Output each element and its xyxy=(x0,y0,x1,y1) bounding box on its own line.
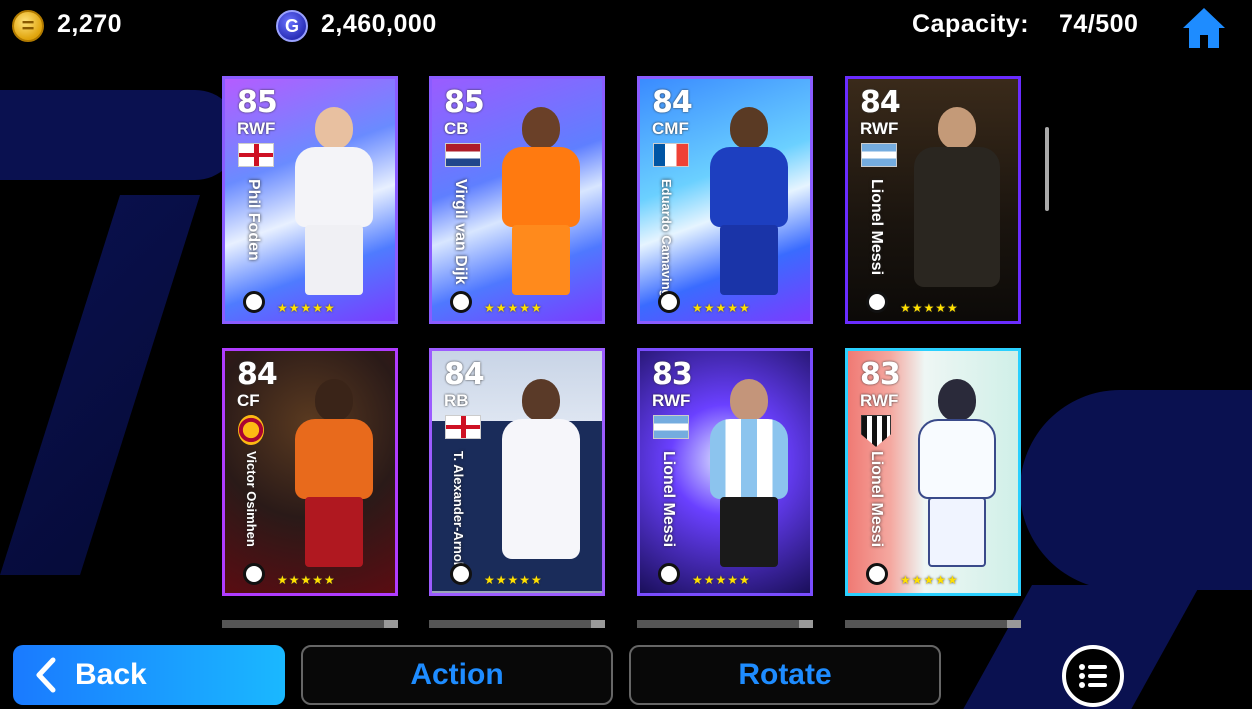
efootball-logo-icon xyxy=(866,563,888,585)
player-image xyxy=(494,107,590,297)
rotate-label: Rotate xyxy=(738,658,832,691)
player-image xyxy=(287,107,383,297)
player-card[interactable]: 83 RWF Lionel Messi ★★★★★ xyxy=(637,348,813,596)
galatasaray-crest-icon xyxy=(238,415,264,445)
card-player-name: Victor Osimhen xyxy=(244,451,259,547)
card-position: RWF xyxy=(860,119,899,138)
player-card[interactable]: 84 CF Victor Osimhen ★★★★★ xyxy=(222,348,398,596)
action-label: Action xyxy=(410,658,504,691)
england-flag-icon xyxy=(238,143,274,167)
bg-swoosh xyxy=(0,90,240,180)
bg-swoosh xyxy=(1020,390,1252,590)
card-row-peek xyxy=(845,620,1021,628)
efootball-logo-icon xyxy=(866,291,888,313)
back-button[interactable]: Back xyxy=(13,645,285,705)
bg-swoosh xyxy=(0,195,200,575)
action-button[interactable]: Action xyxy=(301,645,613,705)
player-image xyxy=(910,379,1006,569)
coin-icon xyxy=(12,10,44,42)
card-player-name: Phil Foden xyxy=(245,179,262,261)
card-player-name: Lionel Messi xyxy=(868,451,885,548)
gp-icon: G xyxy=(276,10,308,42)
player-image xyxy=(494,379,590,569)
card-rating: 83 xyxy=(860,357,901,392)
card-position: RWF xyxy=(237,119,276,138)
player-image xyxy=(287,379,383,569)
capacity-value: 74/500 xyxy=(1059,10,1139,38)
france-flag-icon xyxy=(653,143,689,167)
card-position: RB xyxy=(444,391,469,410)
player-card[interactable]: 84 RWF Lionel Messi ★★★★★ xyxy=(845,76,1021,324)
card-stars: ★★★★★ xyxy=(900,301,959,315)
card-position: CF xyxy=(237,391,260,410)
player-image xyxy=(702,107,798,297)
rotate-button[interactable]: Rotate xyxy=(629,645,941,705)
card-player-name: Lionel Messi xyxy=(868,179,885,276)
netherlands-flag-icon xyxy=(445,143,481,167)
card-row-peek xyxy=(429,620,605,628)
argentina-flag-icon xyxy=(653,415,689,439)
chevron-left-icon xyxy=(36,657,56,693)
card-stars: ★★★★★ xyxy=(277,301,336,315)
efootball-logo-icon xyxy=(450,291,472,313)
player-card[interactable]: 84 CMF Eduardo Camavinga ★★★★★ xyxy=(637,76,813,324)
efootball-logo-icon xyxy=(658,291,680,313)
card-player-name: Lionel Messi xyxy=(660,451,677,548)
card-stars: ★★★★★ xyxy=(277,573,336,587)
england-flag-icon xyxy=(445,415,481,439)
home-button[interactable] xyxy=(1180,6,1228,50)
card-rating: 84 xyxy=(860,85,901,120)
menu-button[interactable] xyxy=(1062,645,1124,707)
card-rating: 83 xyxy=(652,357,693,392)
card-position: RWF xyxy=(860,391,899,410)
coin-balance: 2,270 xyxy=(57,10,123,38)
card-stars: ★★★★★ xyxy=(900,573,959,587)
top-bar: 2,270 G 2,460,000 Capacity: 74/500 xyxy=(0,0,1252,52)
efootball-logo-icon xyxy=(243,291,265,313)
home-icon xyxy=(1183,8,1225,48)
back-label: Back xyxy=(75,658,147,691)
list-menu-icon xyxy=(1079,664,1107,688)
efootball-logo-icon xyxy=(450,563,472,585)
player-image xyxy=(910,107,1006,297)
card-position: CB xyxy=(444,119,469,138)
card-player-name: Virgil van Dijk xyxy=(452,179,469,285)
card-stars: ★★★★★ xyxy=(692,301,751,315)
capacity-label: Capacity: xyxy=(912,10,1030,38)
card-row-peek xyxy=(222,620,398,628)
card-position: CMF xyxy=(652,119,689,138)
card-rating: 84 xyxy=(444,357,485,392)
argentina-flag-icon xyxy=(861,143,897,167)
player-card[interactable]: 83 RWF Lionel Messi ★★★★★ xyxy=(845,348,1021,596)
card-stars: ★★★★★ xyxy=(484,573,543,587)
card-position: RWF xyxy=(652,391,691,410)
card-rating: 84 xyxy=(652,85,693,120)
scrollbar[interactable] xyxy=(1045,127,1049,211)
card-row-peek xyxy=(637,620,813,628)
card-player-name: T. Alexander-Arnold xyxy=(451,451,466,574)
card-rating: 84 xyxy=(237,357,278,392)
card-stars: ★★★★★ xyxy=(484,301,543,315)
player-card[interactable]: 85 CB Virgil van Dijk ★★★★★ xyxy=(429,76,605,324)
gp-balance: 2,460,000 xyxy=(321,10,437,38)
player-card[interactable]: 85 RWF Phil Foden ★★★★★ xyxy=(222,76,398,324)
card-player-name: Eduardo Camavinga xyxy=(659,179,674,305)
efootball-logo-icon xyxy=(243,563,265,585)
card-rating: 85 xyxy=(237,85,278,120)
card-rating: 85 xyxy=(444,85,485,120)
efootball-logo-icon xyxy=(658,563,680,585)
player-image xyxy=(702,379,798,569)
player-card[interactable]: 84 RB T. Alexander-Arnold ★★★★★ xyxy=(429,348,605,596)
card-stars: ★★★★★ xyxy=(692,573,751,587)
